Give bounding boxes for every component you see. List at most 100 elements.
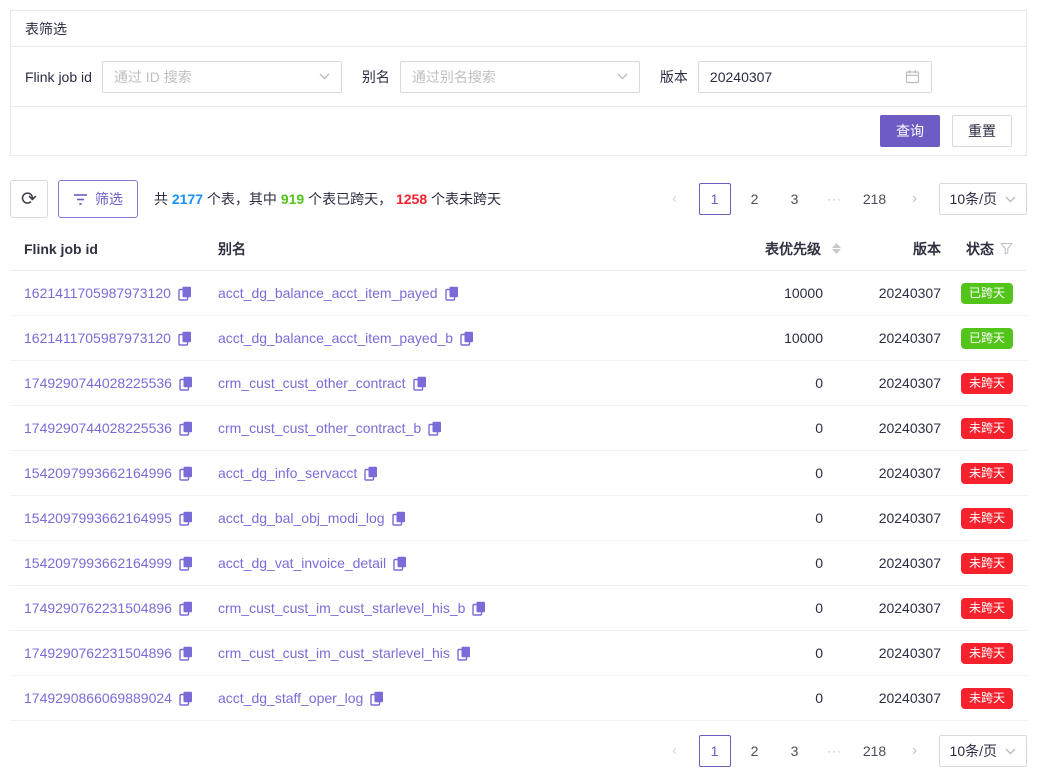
job-id-link[interactable]: 1542097993662164999 bbox=[24, 555, 172, 571]
chevron-down-icon bbox=[617, 73, 628, 80]
alias-select[interactable]: 通过别名搜索 bbox=[400, 61, 640, 93]
page-size-select[interactable]: 10条/页 bbox=[939, 183, 1027, 215]
job-id-link[interactable]: 1749290744028225536 bbox=[24, 375, 172, 391]
sorter-icon[interactable] bbox=[827, 243, 845, 254]
copy-icon[interactable] bbox=[178, 331, 192, 346]
alias-link[interactable]: crm_cust_cust_other_contract_b bbox=[218, 420, 421, 436]
col-header-status: 状态 bbox=[941, 239, 1013, 259]
alias-link[interactable]: acct_dg_vat_invoice_detail bbox=[218, 555, 386, 571]
alias-link[interactable]: acct_dg_info_servacct bbox=[218, 465, 357, 481]
alias-link[interactable]: acct_dg_staff_oper_log bbox=[218, 690, 363, 706]
pagination-page-3[interactable]: 3 bbox=[779, 735, 811, 767]
flink-job-id-placeholder: 通过 ID 搜索 bbox=[114, 67, 192, 87]
cell-job-id: 1621411705987973120 bbox=[24, 285, 218, 301]
filter-toggle-button[interactable]: 筛选 bbox=[58, 180, 138, 218]
copy-icon[interactable] bbox=[457, 646, 471, 661]
pagination-page-218[interactable]: 218 bbox=[859, 183, 891, 215]
job-id-link[interactable]: 1749290762231504896 bbox=[24, 600, 172, 616]
job-id-link[interactable]: 1542097993662164995 bbox=[24, 510, 172, 526]
cell-status: 未跨天 bbox=[941, 373, 1013, 394]
pagination-page-2[interactable]: 2 bbox=[739, 735, 771, 767]
field-version: 版本 20240307 bbox=[660, 61, 932, 93]
cell-version: 20240307 bbox=[845, 420, 941, 436]
table-row: 1542097993662164995 acct_dg_bal_obj_modi… bbox=[10, 496, 1027, 541]
pagination-page-2[interactable]: 2 bbox=[739, 183, 771, 215]
cell-status: 未跨天 bbox=[941, 688, 1013, 709]
copy-icon[interactable] bbox=[392, 511, 406, 526]
cell-version: 20240307 bbox=[845, 600, 941, 616]
alias-link[interactable]: crm_cust_cust_im_cust_starlevel_his bbox=[218, 645, 450, 661]
query-button[interactable]: 查询 bbox=[880, 115, 940, 147]
job-id-link[interactable]: 1542097993662164996 bbox=[24, 465, 172, 481]
copy-icon[interactable] bbox=[179, 646, 193, 661]
alias-link[interactable]: acct_dg_balance_acct_item_payed_b bbox=[218, 330, 453, 346]
copy-icon[interactable] bbox=[179, 511, 193, 526]
pagination-prev[interactable]: ‹ bbox=[659, 183, 691, 215]
job-id-link[interactable]: 1621411705987973120 bbox=[24, 330, 171, 346]
copy-icon[interactable] bbox=[179, 691, 193, 706]
data-table: Flink job id 别名 表优先级 版本 状态 1621411705987… bbox=[10, 227, 1027, 721]
cell-priority: 0 bbox=[663, 375, 845, 391]
cell-job-id: 1542097993662164999 bbox=[24, 555, 218, 571]
field-alias: 别名 通过别名搜索 bbox=[362, 61, 660, 93]
summary-count-blue: 2177 bbox=[172, 191, 203, 207]
alias-link[interactable]: crm_cust_cust_im_cust_starlevel_his_b bbox=[218, 600, 465, 616]
filter-lines-icon bbox=[73, 193, 88, 205]
pagination-next[interactable]: › bbox=[899, 735, 931, 767]
copy-icon[interactable] bbox=[179, 466, 193, 481]
cell-version: 20240307 bbox=[845, 645, 941, 661]
version-date-input[interactable]: 20240307 bbox=[698, 61, 932, 93]
pagination-ellipsis: ··· bbox=[819, 183, 851, 215]
copy-icon[interactable] bbox=[179, 376, 193, 391]
job-id-link[interactable]: 1749290762231504896 bbox=[24, 645, 172, 661]
col-header-priority[interactable]: 表优先级 bbox=[663, 239, 845, 259]
pagination-prev[interactable]: ‹ bbox=[659, 735, 691, 767]
copy-icon[interactable] bbox=[393, 556, 407, 571]
pagination-page-218[interactable]: 218 bbox=[859, 735, 891, 767]
refresh-button[interactable]: ⟳ bbox=[10, 180, 48, 218]
filter-funnel-icon[interactable] bbox=[1000, 242, 1013, 255]
page-size-select[interactable]: 10条/页 bbox=[939, 735, 1027, 767]
alias-link[interactable]: acct_dg_balance_acct_item_payed bbox=[218, 285, 438, 301]
flink-job-id-select[interactable]: 通过 ID 搜索 bbox=[102, 61, 342, 93]
copy-icon[interactable] bbox=[445, 286, 459, 301]
page: 表筛选 Flink job id 通过 ID 搜索 别名 通过别名搜索 版本 bbox=[0, 0, 1037, 783]
alias-label: 别名 bbox=[362, 67, 390, 87]
copy-icon[interactable] bbox=[413, 376, 427, 391]
status-badge: 未跨天 bbox=[961, 418, 1013, 439]
copy-icon[interactable] bbox=[179, 601, 193, 616]
pagination-page-3[interactable]: 3 bbox=[779, 183, 811, 215]
job-id-link[interactable]: 1621411705987973120 bbox=[24, 285, 171, 301]
status-badge: 已跨天 bbox=[961, 283, 1013, 304]
copy-icon[interactable] bbox=[472, 601, 486, 616]
cell-priority: 0 bbox=[663, 645, 845, 661]
status-badge: 未跨天 bbox=[961, 553, 1013, 574]
cell-alias: acct_dg_balance_acct_item_payed bbox=[218, 285, 663, 301]
table-body: 1621411705987973120 acct_dg_balance_acct… bbox=[10, 271, 1027, 721]
copy-icon[interactable] bbox=[460, 331, 474, 346]
alias-link[interactable]: crm_cust_cust_other_contract bbox=[218, 375, 406, 391]
cell-priority: 0 bbox=[663, 420, 845, 436]
copy-icon[interactable] bbox=[178, 286, 192, 301]
copy-icon[interactable] bbox=[370, 691, 384, 706]
col-header-version: 版本 bbox=[845, 239, 941, 259]
cell-alias: acct_dg_info_servacct bbox=[218, 465, 663, 481]
field-flink-job-id: Flink job id 通过 ID 搜索 bbox=[25, 61, 362, 93]
job-id-link[interactable]: 1749290866069889024 bbox=[24, 690, 172, 706]
alias-link[interactable]: acct_dg_bal_obj_modi_log bbox=[218, 510, 385, 526]
pagination-page-1[interactable]: 1 bbox=[699, 735, 731, 767]
copy-icon[interactable] bbox=[428, 421, 442, 436]
cell-alias: acct_dg_vat_invoice_detail bbox=[218, 555, 663, 571]
col-header-status-label: 状态 bbox=[966, 239, 994, 259]
reset-button[interactable]: 重置 bbox=[952, 115, 1012, 147]
copy-icon[interactable] bbox=[364, 466, 378, 481]
pagination-page-1[interactable]: 1 bbox=[699, 183, 731, 215]
pagination-next[interactable]: › bbox=[899, 183, 931, 215]
cell-priority: 10000 bbox=[663, 285, 845, 301]
copy-icon[interactable] bbox=[179, 421, 193, 436]
table-row: 1749290866069889024 acct_dg_staff_oper_l… bbox=[10, 676, 1027, 721]
copy-icon[interactable] bbox=[179, 556, 193, 571]
job-id-link[interactable]: 1749290744028225536 bbox=[24, 420, 172, 436]
status-badge: 已跨天 bbox=[961, 328, 1013, 349]
cell-version: 20240307 bbox=[845, 690, 941, 706]
